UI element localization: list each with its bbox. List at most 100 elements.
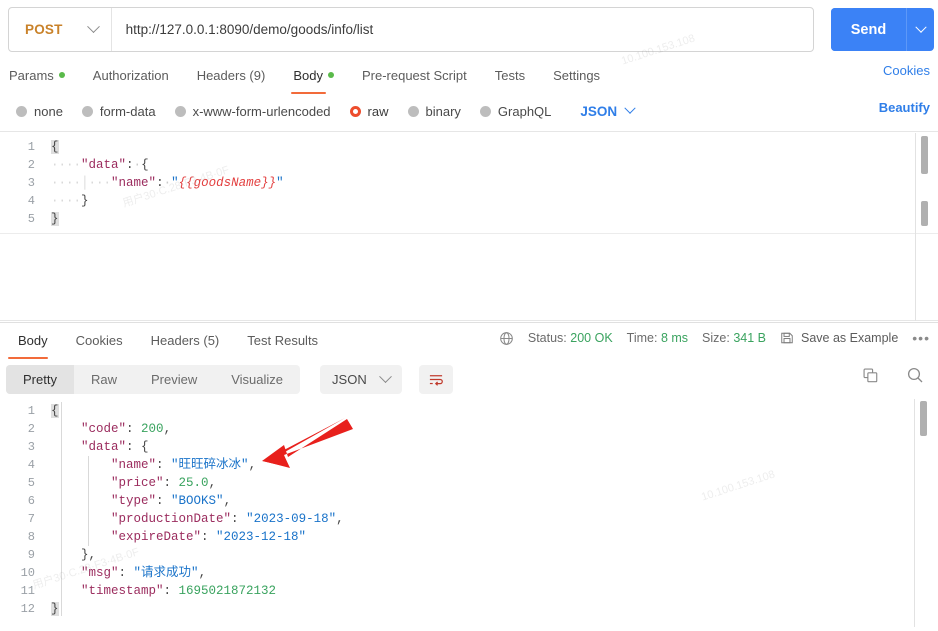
url-input[interactable] (111, 8, 813, 51)
code-token: { (51, 404, 59, 418)
beautify-link[interactable]: Beautify (879, 100, 930, 115)
response-tab-cookies[interactable]: Cookies (62, 328, 137, 354)
globe-icon[interactable] (499, 331, 514, 346)
save-as-example-button[interactable]: Save as Example (780, 331, 898, 345)
line-number: 11 (20, 584, 35, 598)
code-token: "旺旺碎冰冰" (171, 458, 249, 472)
code-token: "code" (81, 422, 127, 436)
code-token: : (231, 512, 247, 526)
view-mode-raw[interactable]: Raw (74, 365, 134, 394)
request-tab-bar: Params Authorization Headers (9) Body Pre-re… (0, 62, 938, 94)
code-token: ···· (51, 158, 82, 172)
chevron-down-icon (914, 21, 927, 33)
status-value: 200 OK (570, 331, 613, 345)
code-token: : (126, 440, 142, 454)
code-line: 2 "code": 200, (0, 420, 938, 438)
code-token: : (126, 158, 134, 172)
code-token: ·· (51, 194, 67, 208)
line-number: 4 (27, 458, 35, 472)
code-token: 25.0 (178, 476, 209, 490)
line-number: 8 (27, 530, 35, 544)
editor-divider (0, 233, 938, 234)
request-tab-label: Authorization (92, 67, 169, 83)
chevron-down-icon (624, 102, 636, 114)
line-number: 3 (27, 440, 35, 454)
line-number: 1 (27, 404, 35, 418)
copy-icon[interactable] (862, 367, 879, 384)
request-tab-label: Body (293, 67, 323, 83)
body-type-raw[interactable]: raw (349, 104, 389, 119)
request-tab-pre-request-script[interactable]: Pre-request Script (348, 62, 481, 88)
body-type-form-data[interactable]: form-data (81, 103, 156, 119)
response-more-options-button[interactable]: ••• (912, 330, 930, 346)
response-scrollbar-track (914, 399, 915, 627)
view-mode-preview[interactable]: Preview (134, 365, 214, 394)
request-body-editor[interactable]: 1{2 ····"data":·{3 ····│···"name":·"{{good… (0, 131, 938, 321)
code-token: "data" (81, 158, 127, 172)
code-content: ····} (46, 192, 89, 210)
request-tab-tests[interactable]: Tests (481, 62, 539, 88)
request-format-label: JSON (580, 103, 618, 119)
modified-dot-icon (58, 72, 65, 78)
code-line: 8 "expireDate": "2023-12-18" (0, 528, 938, 546)
code-line: 4 "name": "旺旺碎冰冰", (0, 456, 938, 474)
chevron-down-icon (86, 20, 100, 34)
response-tab-body[interactable]: Body (4, 328, 62, 359)
view-mode-pretty[interactable]: Pretty (6, 364, 74, 394)
code-content: "type": "BOOKS", (46, 492, 231, 510)
request-tab-body[interactable]: Body (279, 62, 348, 94)
request-scrollbar-thumb-secondary[interactable] (921, 201, 928, 226)
request-tab-label: Tests (494, 67, 526, 83)
code-content: "productionDate": "2023-09-18", (46, 510, 344, 528)
request-format-selector[interactable]: JSON (580, 102, 636, 119)
wrap-lines-button[interactable] (418, 364, 453, 394)
code-token: { (141, 440, 149, 454)
response-status-strip: Status: 200 OK Time: 8 ms Size: 341 B Sa… (499, 330, 930, 346)
response-body-viewer[interactable]: 1 {2 "code": 200, 3 "data": {4 "name": "旺旺… (0, 397, 938, 631)
send-button[interactable]: Send (831, 8, 906, 51)
response-scrollbar-thumb[interactable] (920, 401, 927, 436)
send-options-button[interactable] (906, 8, 934, 51)
line-number: 2 (27, 158, 35, 172)
code-token: 200 (141, 422, 164, 436)
code-token: : (126, 422, 142, 436)
request-tab-label: Params (9, 67, 54, 83)
line-number: 10 (20, 566, 35, 580)
cookies-link[interactable]: Cookies (883, 63, 930, 78)
response-tab-test-results[interactable]: Test Results (233, 328, 332, 354)
request-tab-headers-9[interactable]: Headers (9) (183, 62, 280, 88)
code-token: , (163, 422, 172, 436)
code-token: , (88, 548, 97, 562)
request-scrollbar-thumb[interactable] (921, 136, 928, 174)
body-type-none[interactable]: none (16, 104, 63, 119)
response-format-selector[interactable]: JSON (320, 364, 402, 394)
request-tab-label: Headers (9) (196, 67, 266, 83)
search-icon[interactable] (906, 366, 924, 384)
body-type-binary[interactable]: binary (407, 104, 461, 119)
request-tab-authorization[interactable]: Authorization (79, 62, 183, 88)
code-line: 1{ (0, 138, 938, 156)
send-button-group: Send (831, 8, 934, 51)
body-type-label: form-data (99, 103, 156, 119)
request-tab-params[interactable]: Params (9, 62, 79, 88)
code-line: 5 "price": 25.0, (0, 474, 938, 492)
http-method-selector[interactable]: POST (9, 8, 112, 51)
radio-icon (407, 105, 419, 117)
code-line: 12} (0, 600, 938, 618)
body-type-x-www-form-urlencoded[interactable]: x-www-form-urlencoded (174, 104, 331, 119)
body-type-label: GraphQL (497, 103, 552, 119)
response-tab-headers-5[interactable]: Headers (5) (137, 328, 234, 354)
request-tab-settings[interactable]: Settings (539, 62, 614, 88)
code-token: "data" (81, 440, 127, 454)
code-token: "expireDate" (111, 530, 202, 544)
code-content: ····"data":·{ (46, 156, 149, 174)
indent-guide (88, 456, 89, 546)
view-mode-visualize[interactable]: Visualize (214, 365, 300, 394)
code-content: "expireDate": "2023-12-18" (46, 528, 306, 546)
code-token: ·· (66, 194, 82, 208)
code-token: · (163, 176, 172, 190)
body-type-graphql[interactable]: GraphQL (479, 103, 552, 119)
